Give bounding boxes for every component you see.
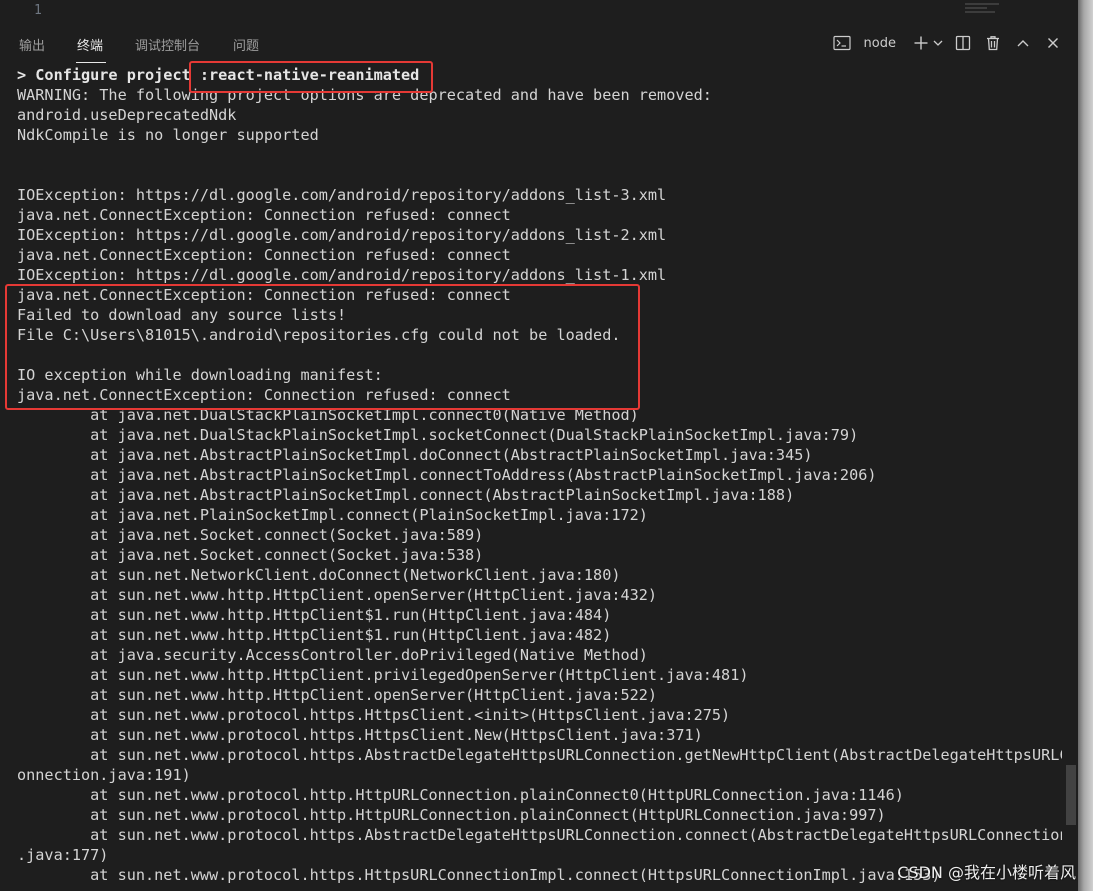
- terminal-line: at sun.net.www.http.HttpClient.openServe…: [17, 586, 658, 604]
- trash-icon[interactable]: [982, 32, 1004, 54]
- line-number: 1: [34, 3, 42, 18]
- panel-header: 输出 终端 调试控制台 问题 node: [0, 22, 1078, 64]
- tab-problems[interactable]: 问题: [233, 35, 259, 54]
- terminal-line: > Configure project :react-native-reanim…: [17, 66, 420, 84]
- terminal-scrollbar[interactable]: [1064, 65, 1078, 891]
- terminal-line: java.net.ConnectException: Connection re…: [17, 386, 511, 404]
- window-edge: [1078, 0, 1093, 891]
- add-terminal-icon[interactable]: [910, 32, 932, 54]
- terminal-line: at sun.net.www.protocol.https.HttpsClien…: [17, 726, 703, 744]
- terminal-line: at sun.net.www.http.HttpClient.openServe…: [17, 686, 658, 704]
- terminal-line: NdkCompile is no longer supported: [17, 126, 319, 144]
- terminal-line: IOException: https://dl.google.com/andro…: [17, 266, 667, 284]
- terminal-line: at java.net.AbstractPlainSocketImpl.conn…: [17, 466, 877, 484]
- terminal-line: File C:\Users\81015\.android\repositorie…: [17, 326, 621, 344]
- terminal-line: at java.net.PlainSocketImpl.connect(Plai…: [17, 506, 648, 524]
- terminal-line: IO exception while downloading manifest:: [17, 366, 383, 384]
- terminal-line: at java.net.DualStackPlainSocketImpl.soc…: [17, 426, 859, 444]
- terminal-line: at sun.net.www.http.HttpClient$1.run(Htt…: [17, 606, 612, 624]
- terminal-line: WARNING: The following project options a…: [17, 86, 712, 104]
- terminal-line: at sun.net.NetworkClient.doConnect(Netwo…: [17, 566, 621, 584]
- editor-area[interactable]: 1: [0, 0, 1078, 23]
- close-icon[interactable]: [1042, 32, 1064, 54]
- terminal-line: java.net.ConnectException: Connection re…: [17, 286, 511, 304]
- tab-terminal[interactable]: 终端: [77, 35, 103, 54]
- terminal-line: android.useDeprecatedNdk: [17, 106, 237, 124]
- terminal-line: at java.net.AbstractPlainSocketImpl.doCo…: [17, 446, 813, 464]
- terminal-line: at sun.net.www.protocol.https.AbstractDe…: [17, 746, 1062, 764]
- terminal-line: at java.net.AbstractPlainSocketImpl.conn…: [17, 486, 795, 504]
- terminal-icon[interactable]: [831, 32, 853, 54]
- maximize-panel-icon[interactable]: [1012, 32, 1034, 54]
- terminal-line: at java.net.DualStackPlainSocketImpl.con…: [17, 406, 639, 424]
- scrollbar-thumb[interactable]: [1066, 765, 1076, 825]
- terminal-line: java.net.ConnectException: Connection re…: [17, 246, 511, 264]
- terminal-line: at sun.net.www.http.HttpClient$1.run(Htt…: [17, 626, 612, 644]
- terminal-line: java.net.ConnectException: Connection re…: [17, 206, 511, 224]
- split-terminal-icon[interactable]: [952, 32, 974, 54]
- minimap[interactable]: [965, 3, 1005, 17]
- chevron-down-icon[interactable]: [932, 32, 944, 54]
- terminal-line: at sun.net.www.protocol.http.HttpURLConn…: [17, 806, 886, 824]
- panel-actions: node: [831, 32, 1064, 54]
- terminal-line: IOException: https://dl.google.com/andro…: [17, 186, 667, 204]
- vscode-window: 1 输出 终端 调试控制台 问题 node > Configure projec…: [0, 0, 1093, 891]
- terminal-line: Failed to download any source lists!: [17, 306, 347, 324]
- terminal-line: at sun.net.www.protocol.http.HttpURLConn…: [17, 786, 904, 804]
- terminal-line: at java.net.Socket.connect(Socket.java:5…: [17, 546, 484, 564]
- active-tab-indicator: [76, 62, 106, 63]
- terminal-line: at java.net.Socket.connect(Socket.java:5…: [17, 526, 484, 544]
- terminal-line: at sun.net.www.http.HttpClient.privilege…: [17, 666, 749, 684]
- terminal-line: at sun.net.www.protocol.https.AbstractDe…: [17, 826, 1062, 844]
- watermark: CSDN @我在小楼听着风: [897, 863, 1076, 882]
- terminal-line: at java.security.AccessController.doPriv…: [17, 646, 648, 664]
- tab-output[interactable]: 输出: [19, 35, 45, 54]
- terminal-line: at sun.net.www.protocol.https.HttpsClien…: [17, 706, 731, 724]
- tab-debug-console[interactable]: 调试控制台: [135, 35, 200, 54]
- terminal-output[interactable]: > Configure project :react-native-reanim…: [17, 65, 1062, 891]
- terminal-name[interactable]: node: [864, 36, 896, 51]
- terminal-line: onnection.java:191): [17, 766, 191, 784]
- terminal-line: IOException: https://dl.google.com/andro…: [17, 226, 667, 244]
